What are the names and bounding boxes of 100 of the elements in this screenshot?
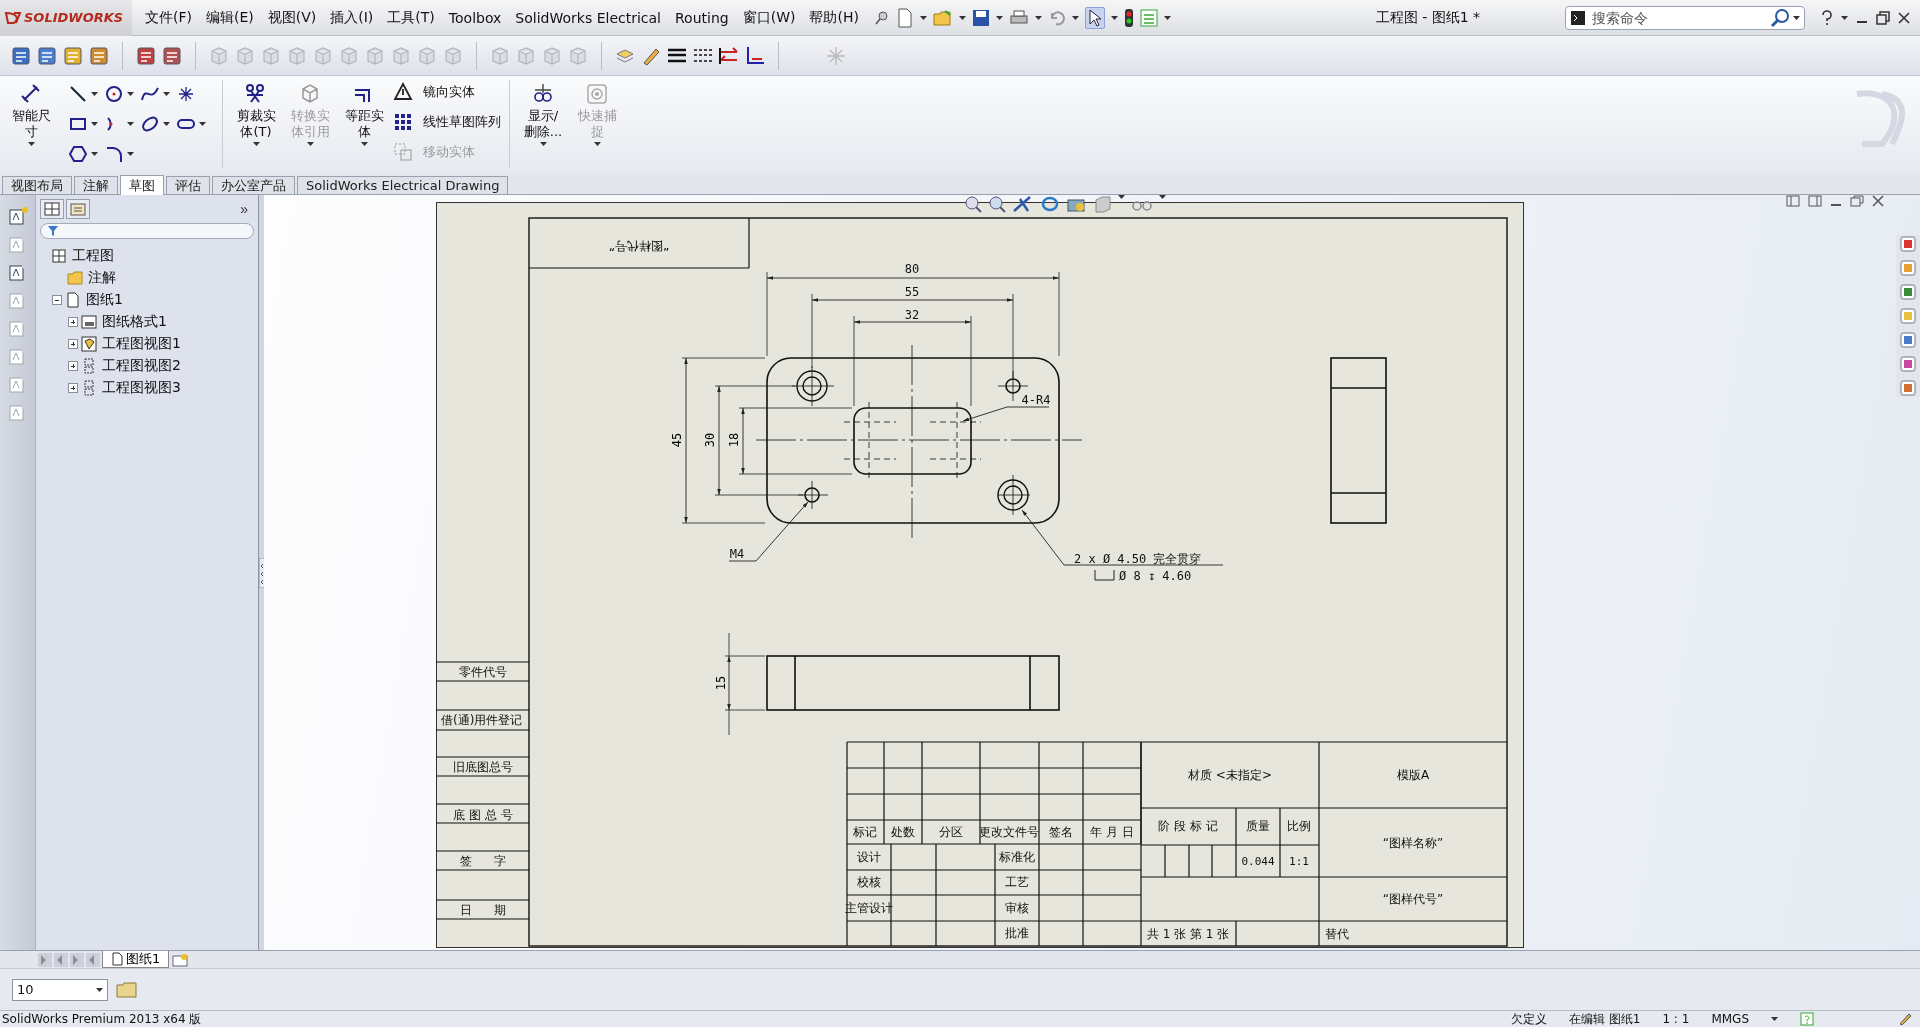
printer-icon[interactable] — [1008, 8, 1029, 27]
caret-icon[interactable] — [1793, 15, 1800, 20]
tree-item[interactable]: 图纸1 — [84, 291, 125, 309]
tool-button[interactable]: 线性草图阵列 — [393, 112, 501, 132]
tool-button[interactable]: 智能尺寸 — [6, 80, 56, 148]
tab[interactable]: SolidWorks Electrical Drawing — [297, 176, 509, 194]
tool-button[interactable]: 等距实体 — [339, 80, 389, 148]
menu-item[interactable]: 帮助(H) — [802, 8, 866, 27]
menu-item[interactable]: 窗口(W) — [735, 8, 803, 27]
caret-icon[interactable] — [199, 122, 206, 126]
menu-item[interactable]: 插入(I) — [323, 8, 381, 27]
folder-icon[interactable] — [932, 8, 953, 27]
caret-icon[interactable] — [1771, 1017, 1778, 1021]
caret-icon[interactable] — [1841, 15, 1848, 20]
warning-triangle-icon[interactable] — [393, 82, 413, 102]
line-icon[interactable] — [68, 84, 88, 104]
expand-toggle[interactable] — [68, 361, 78, 371]
caret-icon[interactable] — [539, 142, 547, 146]
axes-icon[interactable] — [744, 44, 766, 67]
caret-icon[interactable] — [919, 15, 927, 20]
caret-icon[interactable] — [27, 142, 35, 146]
caret-icon[interactable] — [163, 122, 170, 126]
tab[interactable]: 评估 — [166, 176, 210, 194]
help-icon[interactable] — [1821, 9, 1833, 26]
caret-icon[interactable] — [1034, 15, 1042, 20]
caret-icon[interactable] — [360, 142, 368, 146]
caret-icon[interactable] — [1071, 15, 1079, 20]
caret-icon[interactable] — [995, 15, 1003, 20]
caret-icon[interactable] — [163, 92, 170, 96]
tab[interactable]: 办公室产品 — [212, 176, 295, 194]
caret-icon[interactable] — [958, 15, 966, 20]
task-pane-icon[interactable] — [1899, 379, 1917, 397]
cursor-icon[interactable] — [1086, 8, 1103, 27]
zoom-dropdown[interactable]: 10 — [12, 978, 108, 1001]
tree-item[interactable]: 工程图视图2 — [100, 357, 183, 375]
tree-item[interactable]: 工程图视图1 — [100, 335, 183, 353]
close-icon[interactable] — [1898, 11, 1910, 24]
task-pane-icon[interactable] — [1899, 355, 1917, 373]
caret-icon[interactable] — [91, 92, 98, 96]
sheet-tab[interactable]: 图纸1 — [102, 951, 170, 968]
feature-tree-icon[interactable] — [43, 201, 61, 217]
caret-icon[interactable] — [91, 152, 98, 156]
tree-item[interactable]: 工程图视图3 — [100, 379, 183, 397]
menu-item[interactable]: Routing — [668, 8, 736, 27]
task-pane-icon[interactable] — [1899, 283, 1917, 301]
tool-button[interactable]: 镜向实体 — [393, 82, 501, 102]
part-view-icon[interactable] — [81, 336, 97, 352]
sheet-icon[interactable] — [65, 292, 81, 308]
save-icon[interactable] — [971, 8, 990, 27]
caret-icon[interactable] — [1163, 15, 1171, 20]
search-icon[interactable] — [1770, 7, 1790, 28]
drawing-icon[interactable] — [51, 248, 67, 264]
ellipse-icon[interactable] — [140, 114, 160, 134]
filter-field[interactable] — [40, 223, 254, 239]
caret-icon[interactable] — [96, 987, 103, 992]
hexagon-icon[interactable] — [68, 144, 88, 164]
tree-item[interactable]: 工程图 — [70, 247, 116, 265]
menu-item[interactable]: Toolbox — [441, 8, 509, 27]
dot-grid-icon[interactable] — [393, 112, 413, 132]
caret-icon[interactable] — [1110, 15, 1118, 20]
rotate-icon[interactable] — [1040, 195, 1060, 213]
document-icon[interactable] — [895, 7, 914, 28]
tab[interactable]: 草图 — [120, 175, 164, 195]
expand-toggle[interactable] — [68, 317, 78, 327]
note-icon[interactable] — [6, 205, 29, 227]
restore-icon[interactable] — [1876, 10, 1890, 25]
caret-icon[interactable] — [127, 152, 134, 156]
menu-item[interactable]: 编辑(E) — [199, 8, 261, 27]
tile-left-icon[interactable] — [1786, 195, 1800, 207]
expand-toggle[interactable] — [68, 383, 78, 393]
zoom-fit-icon[interactable] — [964, 195, 982, 213]
menu-item[interactable]: 工具(T) — [380, 8, 442, 27]
caret-icon[interactable] — [91, 122, 98, 126]
search-field[interactable]: 搜索命令 — [1565, 5, 1805, 30]
tree-item[interactable]: 注解 — [86, 269, 118, 287]
traffic-light-icon[interactable] — [1123, 7, 1134, 28]
pencil-icon[interactable] — [1898, 1012, 1912, 1026]
caret-icon[interactable] — [127, 122, 134, 126]
tab[interactable]: 注解 — [74, 176, 118, 194]
collapse-panel-button[interactable]: » — [234, 200, 254, 218]
circle-icon[interactable] — [104, 84, 124, 104]
pin-icon[interactable] — [873, 9, 890, 26]
tool-button[interactable]: 剪裁实体(T) — [231, 80, 281, 148]
caret-icon[interactable] — [127, 92, 134, 96]
tile-right-icon[interactable] — [1808, 195, 1822, 207]
menu-item[interactable]: 视图(V) — [260, 8, 324, 27]
sheet-format-icon[interactable] — [81, 314, 97, 330]
task-pane-icon[interactable] — [1899, 331, 1917, 349]
swap-arrows-icon[interactable] — [718, 44, 740, 67]
menu-item[interactable]: SolidWorks Electrical — [508, 8, 668, 27]
caret-icon[interactable] — [252, 142, 260, 146]
task-pane-icon[interactable] — [1899, 235, 1917, 253]
point-icon[interactable] — [176, 84, 196, 104]
expand-toggle[interactable] — [68, 339, 78, 349]
tree-item[interactable]: 图纸格式1 — [100, 313, 169, 331]
tool-button[interactable]: 显示/删除... — [518, 80, 568, 148]
tab[interactable]: 视图布局 — [2, 176, 72, 194]
fillet-icon[interactable] — [104, 144, 124, 164]
zoom-area-icon[interactable] — [988, 195, 1006, 213]
menu-item[interactable]: 文件(F) — [138, 8, 199, 27]
